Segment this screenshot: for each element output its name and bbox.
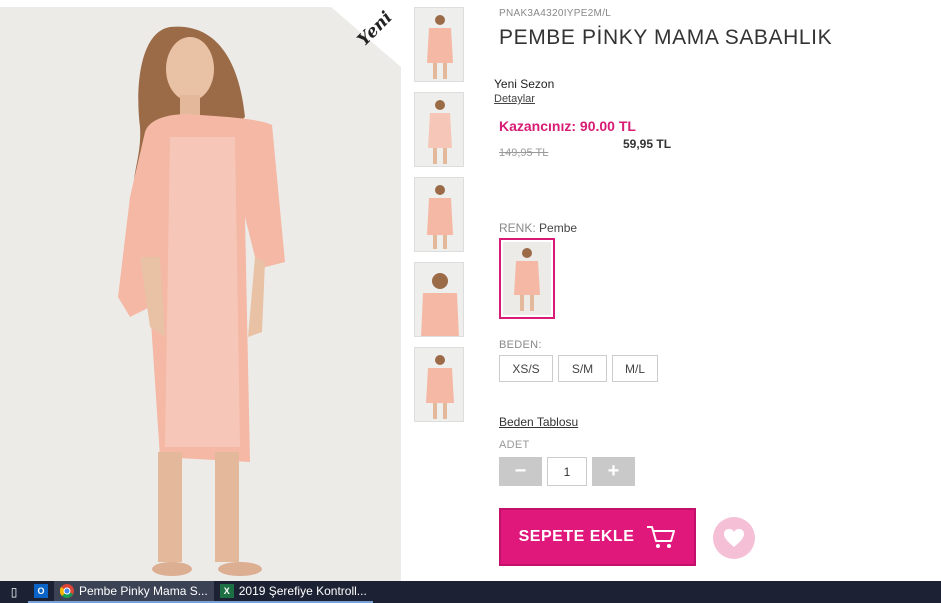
main-product-image[interactable]: Yeni (0, 7, 401, 581)
heart-icon (724, 529, 744, 547)
old-price: 149,95 TL (499, 147, 549, 159)
new-price: 59,95 TL (623, 137, 672, 151)
season-label: Yeni Sezon (494, 77, 555, 91)
product-page: Yeni PNAK3A4320IYPE2M/L PEMBE PİNKY MAMA… (0, 0, 941, 603)
product-title: PEMBE PİNKY MAMA SABAHLIK (499, 26, 833, 49)
quantity-label: ADET (499, 439, 530, 451)
task-view-icon[interactable]: ▯ (0, 581, 28, 603)
color-swatch-pembe[interactable] (499, 238, 555, 319)
thumbnail[interactable] (414, 262, 464, 337)
taskbar-excel-label: 2019 Şerefiye Kontroll... (238, 584, 367, 598)
taskbar-chrome-label: Pembe Pinky Mama S... (79, 584, 208, 598)
quantity-input[interactable] (547, 457, 587, 486)
color-label-prefix: RENK: (499, 221, 536, 235)
cart-icon (647, 526, 676, 548)
outlook-icon: O (34, 584, 48, 598)
favorite-button[interactable] (713, 517, 755, 559)
thumbnail[interactable] (414, 177, 464, 252)
color-value: Pembe (539, 221, 578, 235)
add-to-cart-button[interactable]: SEPETE EKLE (499, 508, 696, 566)
decrement-button[interactable]: − (499, 457, 542, 486)
size-option[interactable]: M/L (612, 355, 658, 382)
new-badge: Yeni (331, 7, 401, 67)
thumbnail[interactable] (414, 92, 464, 167)
size-option[interactable]: XS/S (499, 355, 553, 382)
size-label: BEDEN: (499, 339, 542, 351)
thumbnail[interactable] (414, 7, 464, 82)
chrome-icon (60, 584, 74, 598)
thumbnail-gallery (414, 7, 464, 432)
taskbar-chrome[interactable]: Pembe Pinky Mama S... (54, 581, 214, 603)
details-link[interactable]: Detaylar (494, 93, 535, 105)
excel-icon: X (219, 584, 234, 598)
product-sku: PNAK3A4320IYPE2M/L (499, 8, 612, 19)
size-option[interactable]: S/M (558, 355, 607, 382)
thumbnail[interactable] (414, 347, 464, 422)
color-label: RENK: Pembe (499, 221, 577, 235)
size-table-link[interactable]: Beden Tablosu (499, 415, 578, 429)
quantity-stepper: − + (499, 457, 635, 486)
model-photo (0, 7, 401, 581)
add-to-cart-label: SEPETE EKLE (518, 528, 635, 545)
windows-taskbar: ▯ O Pembe Pinky Mama S... X 2019 Şerefiy… (0, 581, 941, 603)
increment-button[interactable]: + (592, 457, 635, 486)
taskbar-excel[interactable]: X 2019 Şerefiye Kontroll... (213, 581, 373, 603)
taskbar-outlook[interactable]: O (28, 581, 54, 603)
size-selector: XS/S S/M M/L (499, 355, 658, 382)
savings-text: Kazancınız: 90.00 TL (499, 118, 636, 134)
